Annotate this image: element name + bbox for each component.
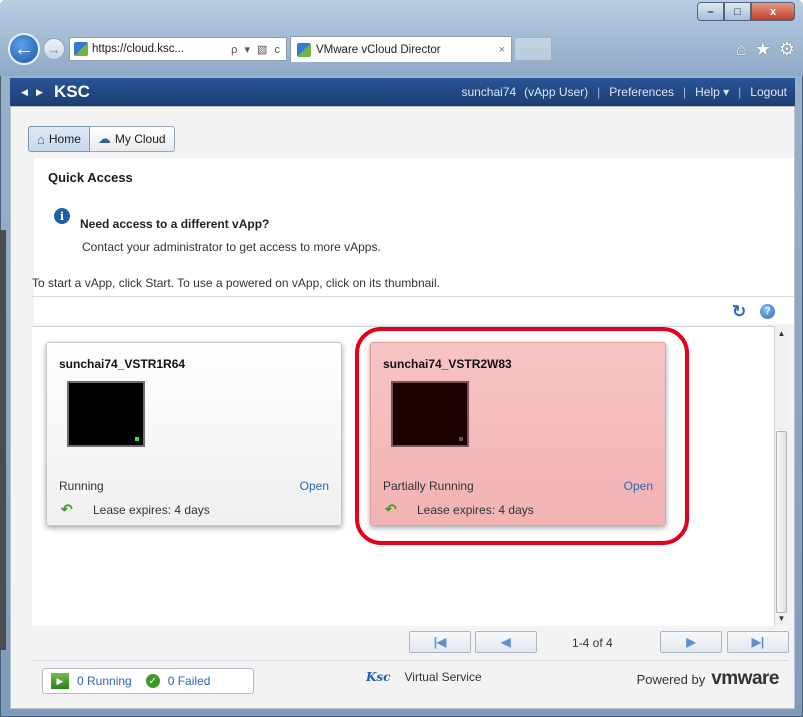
help-icon[interactable]: ? [760, 304, 775, 319]
vertical-scrollbar[interactable]: ▲ ▼ [774, 326, 788, 626]
check-icon: ✓ [145, 674, 160, 688]
browser-toolbar-icons: ⌂ ★ ⚙ [736, 39, 795, 60]
start-hint-text: To start a vApp, click Start. To use a p… [32, 276, 440, 290]
highlight-annotation [355, 327, 689, 545]
next-page-button[interactable]: ▶ [660, 631, 722, 653]
address-bar[interactable]: https://cloud.ksc... ρ ▾ ▧ c [69, 37, 287, 61]
preferences-link[interactable]: Preferences [609, 85, 674, 99]
tab-title: VMware vCloud Director [316, 43, 441, 56]
tab-favicon-icon [297, 42, 311, 57]
tab-home[interactable]: ⌂ Home [28, 126, 90, 152]
arrow-left-icon: ← [14, 37, 34, 60]
browser-titlebar: – □ x ← → https://cloud.ksc... ρ ▾ ▧ c V… [0, 0, 803, 76]
last-page-icon: ▶| [751, 635, 765, 649]
last-page-button[interactable]: ▶| [727, 631, 789, 653]
failed-count[interactable]: 0 Failed [168, 674, 211, 688]
task-status-box[interactable]: ▶ 0 Running ✓ 0 Failed [42, 668, 254, 694]
vapp-thumbnail[interactable] [67, 381, 145, 447]
arrow-right-icon: → [47, 41, 61, 57]
favorites-star-icon[interactable]: ★ [755, 39, 771, 60]
close-window-button[interactable]: x [751, 2, 795, 21]
back-button[interactable]: ← [8, 33, 40, 65]
refresh-icon[interactable]: ↻ [732, 302, 746, 322]
lease-text: Lease expires: 4 days [93, 503, 210, 517]
vapp-name: sunchai74_VSTR1R64 [59, 357, 186, 371]
nav-right-icon[interactable]: ▶ [33, 85, 46, 99]
power-indicator [135, 437, 139, 441]
separator: | [597, 85, 601, 99]
help-menu[interactable]: Help ▾ [695, 85, 729, 99]
site-favicon-icon [74, 42, 88, 56]
browser-tab[interactable]: VMware vCloud Director × [290, 36, 512, 62]
vapp-status: Running [59, 479, 104, 493]
open-link[interactable]: Open [300, 479, 329, 493]
header-links: sunchai74 (vApp User) | Preferences | He… [461, 85, 787, 99]
browser-nav-row: ← → https://cloud.ksc... ρ ▾ ▧ c VMware … [8, 32, 795, 66]
divider [32, 296, 794, 297]
user-role: (vApp User) [524, 85, 589, 99]
user-name: sunchai74 [461, 85, 517, 99]
tab-close-icon[interactable]: × [499, 44, 505, 56]
next-page-icon: ▶ [686, 635, 696, 649]
virtual-service-brand: Ksc Virtual Service [366, 670, 482, 684]
vmware-logo: vmware [711, 668, 779, 689]
info-icon: i [54, 208, 70, 224]
maximize-button[interactable]: □ [724, 2, 751, 21]
scroll-down-icon[interactable]: ▼ [775, 612, 788, 625]
address-text: https://cloud.ksc... [92, 43, 185, 55]
contact-admin-text: Contact your administrator to get access… [82, 240, 381, 254]
minimize-button[interactable]: – [697, 2, 724, 21]
org-name: KSC [54, 82, 90, 101]
running-count[interactable]: 0 Running [77, 674, 132, 688]
tab-home-label: Home [48, 132, 81, 146]
scroll-thumb[interactable] [776, 431, 787, 613]
tab-my-cloud-label: My Cloud [114, 132, 166, 146]
virtual-service-label: Virtual Service [404, 670, 482, 684]
separator: | [738, 85, 742, 99]
address-tools[interactable]: ρ ▾ ▧ c [231, 43, 282, 56]
logout-link[interactable]: Logout [750, 85, 787, 99]
powered-by: Powered by vmware [636, 668, 780, 690]
prev-page-button[interactable]: ◀ [475, 631, 537, 653]
first-page-icon: |◀ [433, 635, 447, 649]
app-nav-arrows: ◀ ▶ [18, 85, 46, 99]
main-tabs: ⌂ Home ☁ My Cloud [28, 126, 175, 152]
new-tab-button[interactable] [514, 37, 552, 61]
separator: | [683, 85, 687, 99]
app-header: ◀ ▶ KSC sunchai74 (vApp User) | Preferen… [10, 78, 795, 106]
home-icon: ⌂ [37, 131, 45, 147]
prev-page-icon: ◀ [501, 635, 511, 649]
window-edge [0, 230, 6, 650]
home-icon[interactable]: ⌂ [736, 39, 747, 60]
powered-by-label: Powered by [636, 672, 706, 687]
gear-icon[interactable]: ⚙ [779, 39, 795, 60]
scroll-up-icon[interactable]: ▲ [775, 327, 788, 340]
nav-left-icon[interactable]: ◀ [18, 85, 31, 99]
forward-button[interactable]: → [43, 38, 65, 60]
cloud-icon: ☁ [97, 131, 111, 146]
ksc-logo: Ksc [366, 670, 391, 684]
running-tasks-icon: ▶ [51, 673, 69, 689]
vapp-card[interactable]: sunchai74_VSTR1R64 Running Open ↶ Lease … [46, 342, 342, 526]
window-controls: – □ x [697, 2, 795, 21]
first-page-button[interactable]: |◀ [409, 631, 471, 653]
tab-my-cloud[interactable]: ☁ My Cloud [89, 126, 175, 152]
page-count: 1-4 of 4 [572, 636, 613, 650]
need-access-heading: Need access to a different vApp? [80, 217, 270, 231]
lease-renew-icon: ↶ [61, 501, 73, 517]
page-title: Quick Access [48, 170, 133, 185]
